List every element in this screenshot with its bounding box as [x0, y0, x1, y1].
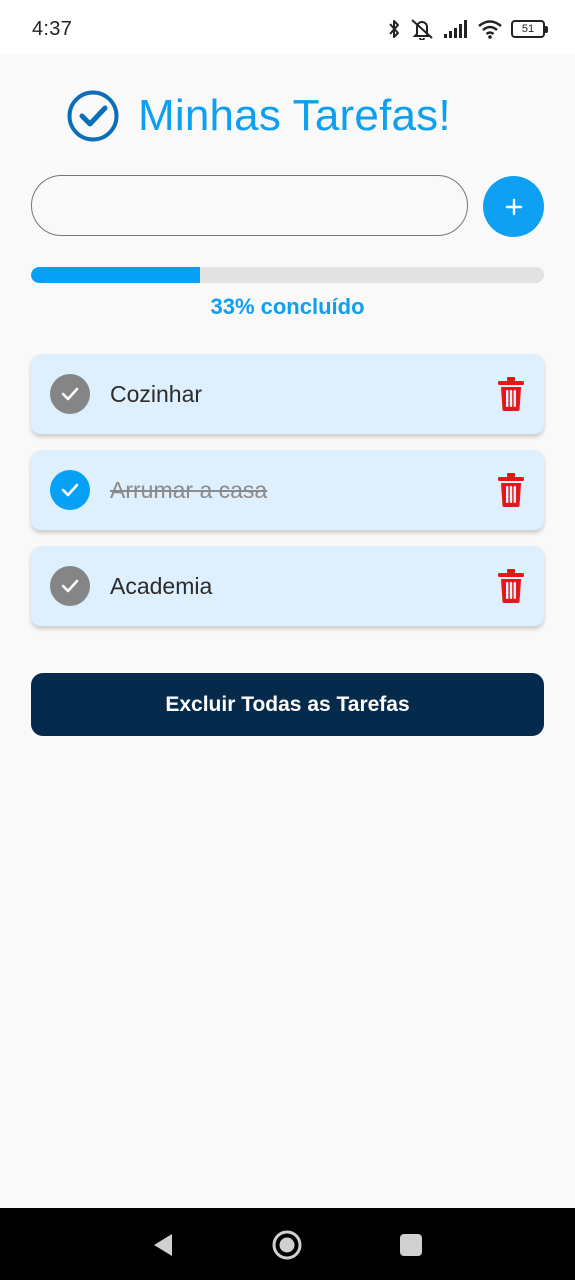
task-label: Academia — [110, 572, 213, 599]
muted-bell-icon — [411, 19, 433, 40]
bluetooth-icon — [389, 20, 399, 38]
task-checkbox[interactable] — [50, 566, 90, 606]
add-task-button[interactable] — [483, 176, 544, 237]
battery-level: 51 — [521, 23, 535, 35]
task-input[interactable] — [31, 175, 468, 236]
check-icon — [61, 579, 79, 593]
status-bar: 4:37 51 — [0, 0, 575, 54]
signal-icon — [444, 20, 467, 38]
task-label: Cozinhar — [110, 380, 203, 407]
recents-icon[interactable] — [394, 1228, 428, 1262]
back-icon[interactable] — [146, 1228, 180, 1262]
battery-icon: 51 — [511, 20, 548, 38]
status-icons: 51 — [387, 16, 548, 42]
home-icon[interactable] — [270, 1228, 304, 1262]
delete-all-button[interactable]: Excluir Todas as Tarefas — [31, 673, 544, 736]
task-checkbox[interactable] — [50, 374, 90, 414]
progress-label: 33% concluído — [210, 294, 365, 319]
wifi-icon — [478, 20, 502, 39]
check-circle-icon — [67, 90, 119, 142]
trash-icon[interactable] — [497, 568, 525, 604]
trash-icon[interactable] — [497, 472, 525, 508]
progress-bar — [31, 267, 544, 283]
app-screen: 4:37 51 Minhas Tarefas! 33% concluído Co… — [0, 0, 575, 1280]
status-time: 4:37 — [32, 18, 73, 40]
task-item: Academia — [31, 546, 544, 626]
navigation-bar — [0, 1208, 575, 1280]
progress-fill — [31, 267, 201, 283]
check-icon — [61, 387, 79, 401]
task-label: Arrumar a casa — [110, 476, 268, 503]
task-item: Arrumar a casa — [31, 450, 544, 530]
task-list: Cozinhar Arrumar a casa Academia — [31, 354, 544, 642]
page-title: Minhas Tarefas! — [138, 91, 451, 140]
check-icon — [61, 483, 79, 497]
app-header: Minhas Tarefas! — [66, 88, 451, 144]
trash-icon[interactable] — [497, 376, 525, 412]
plus-icon — [505, 198, 522, 215]
task-item: Cozinhar — [31, 354, 544, 434]
task-checkbox[interactable] — [50, 470, 90, 510]
